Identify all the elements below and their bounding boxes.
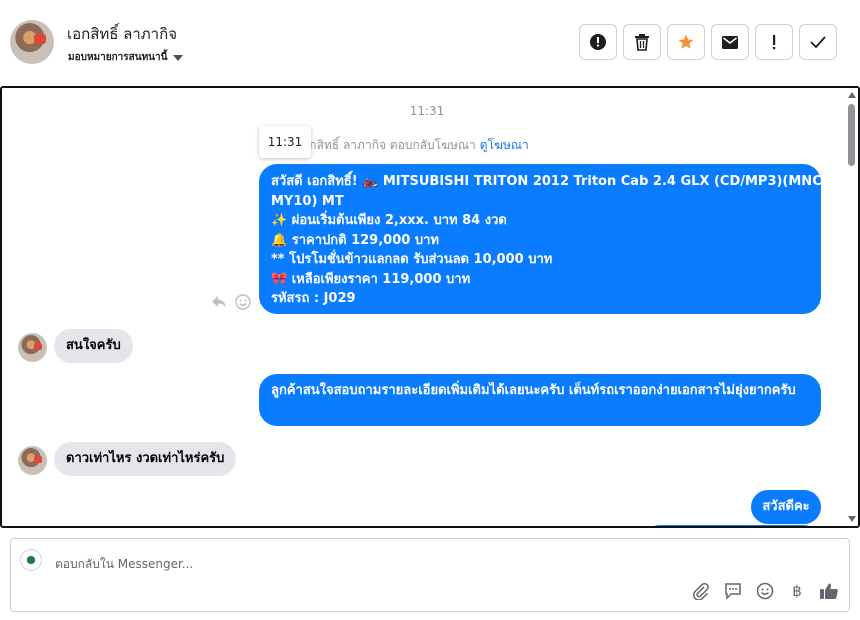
contact-avatar-small bbox=[18, 333, 47, 362]
thread-scrollbar[interactable] bbox=[846, 88, 858, 526]
ad-reply-text: เอกสิทธิ์ ลาภากิจ ตอบกลับโฆษณา bbox=[298, 138, 476, 152]
ad-message-line: ✨ ผ่อนเริ่มต้นเพียง 2,xxx. บาท 84 งวด bbox=[271, 213, 507, 228]
ad-message-line: 🎀 เหลือเพียงราคา 119,000 บาท bbox=[271, 271, 471, 287]
mail-icon bbox=[722, 35, 738, 49]
star-icon bbox=[678, 34, 694, 49]
thread-timestamp: 11:31 bbox=[409, 104, 445, 118]
incoming-message[interactable]: สนใจครับ bbox=[54, 329, 133, 363]
conversation-header: เอกสิทธิ์ ลาภากิจ มอบหมายการสนทนานี้ bbox=[0, 0, 860, 86]
outgoing-message-partial bbox=[642, 525, 821, 526]
message-thread[interactable]: 11:31 11:31 เอกสิทธิ์ ลาภากิจ ตอบกลับโฆษ… bbox=[0, 86, 860, 528]
scroll-down-icon[interactable] bbox=[848, 516, 856, 522]
spam-icon bbox=[590, 34, 606, 50]
delete-button[interactable] bbox=[623, 24, 661, 60]
incoming-message[interactable]: ดาวเท่าไหร งวดเท่าไหร่ครับ bbox=[54, 442, 237, 476]
payment-button[interactable]: ฿ bbox=[787, 581, 807, 601]
composer-actions: ฿ bbox=[691, 581, 839, 601]
time-tooltip: 11:31 bbox=[259, 126, 311, 158]
emoji-button[interactable] bbox=[755, 581, 775, 601]
ad-message-line: 🔔 ราคาปกติ 129,000 บาท bbox=[271, 232, 439, 248]
ad-message-line: ** โปรโมชั่นข้าวแลกลด รับส่วนลด 10,000 บ… bbox=[271, 252, 553, 267]
outgoing-message[interactable]: สวัสดีคะ bbox=[751, 490, 821, 524]
assign-conversation-dropdown[interactable]: มอบหมายการสนทนานี้ bbox=[68, 50, 184, 65]
contact-avatar-small bbox=[18, 446, 47, 475]
message-composer[interactable]: ตอบกลับใน Messenger... ฿ bbox=[10, 538, 850, 612]
scroll-up-icon[interactable] bbox=[848, 92, 856, 98]
caret-down-icon bbox=[173, 54, 184, 61]
like-button[interactable] bbox=[819, 581, 839, 601]
reply-input[interactable]: ตอบกลับใน Messenger... bbox=[55, 555, 193, 574]
check-icon bbox=[810, 36, 826, 48]
saved-reply-button[interactable] bbox=[723, 581, 743, 601]
attach-icon bbox=[693, 582, 709, 600]
scroll-thumb[interactable] bbox=[848, 104, 855, 166]
exclamation-icon bbox=[773, 35, 776, 50]
star-button[interactable] bbox=[667, 24, 705, 60]
ad-message-bubble[interactable]: สวัสดี เอกสิทธิ์! 🏍️ MITSUBISHI TRITON 2… bbox=[259, 164, 834, 314]
view-ad-link[interactable]: ดูโฆษณา bbox=[480, 138, 529, 152]
assign-label: มอบหมายการสนทนานี้ bbox=[68, 52, 168, 63]
like-icon bbox=[820, 583, 838, 599]
trash-icon bbox=[635, 34, 649, 51]
ad-message-line: สวัสดี เอกสิทธิ์! 🏍️ MITSUBISHI TRITON 2… bbox=[271, 174, 834, 189]
contact-name[interactable]: เอกสิทธิ์ ลาภากิจ bbox=[67, 22, 177, 46]
reply-icon[interactable] bbox=[211, 295, 227, 309]
ad-message-line: รหัสรถ : J029 bbox=[271, 291, 356, 306]
ad-reply-note: เอกสิทธิ์ ลาภากิจ ตอบกลับโฆษณา ดูโฆษณา bbox=[298, 136, 529, 155]
page-avatar bbox=[20, 549, 42, 571]
contact-avatar[interactable] bbox=[10, 20, 54, 64]
emoji-icon bbox=[756, 582, 774, 600]
mark-spam-button[interactable] bbox=[579, 24, 617, 60]
outgoing-message[interactable]: ลูกค้าสนใจสอบถามรายละเอียดเพิ่มเติมได้เล… bbox=[259, 374, 821, 426]
message-actions bbox=[211, 294, 251, 310]
conversation-toolbar bbox=[579, 24, 837, 60]
react-emoji-icon[interactable] bbox=[235, 294, 251, 310]
mark-done-button[interactable] bbox=[799, 24, 837, 60]
mark-unread-button[interactable] bbox=[711, 24, 749, 60]
follow-up-button[interactable] bbox=[755, 24, 793, 60]
baht-icon: ฿ bbox=[792, 582, 802, 600]
attach-button[interactable] bbox=[691, 581, 711, 601]
ad-message-line: MY10) MT bbox=[271, 193, 344, 209]
saved-reply-icon bbox=[725, 583, 741, 600]
